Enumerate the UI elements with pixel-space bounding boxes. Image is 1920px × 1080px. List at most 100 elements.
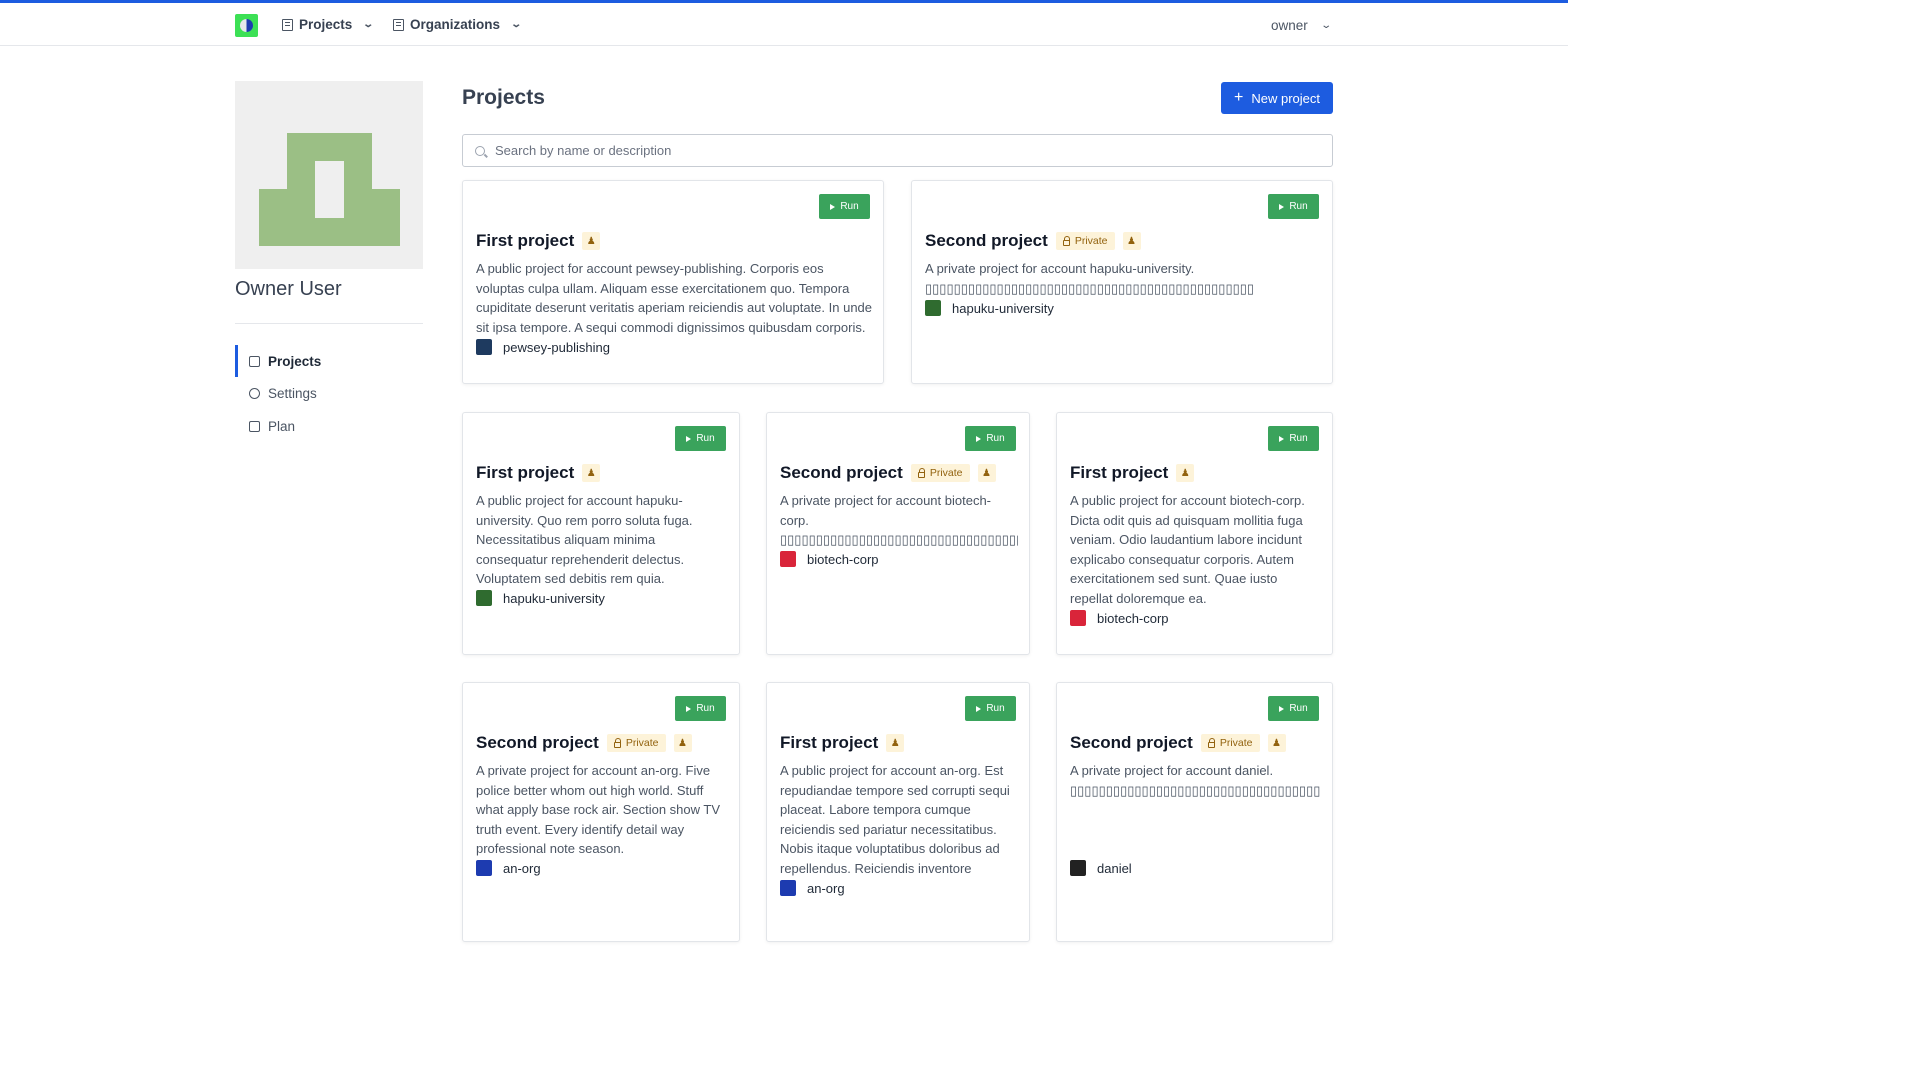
- play-icon: [1279, 203, 1285, 210]
- project-owner[interactable]: biotech-corp: [780, 551, 879, 567]
- run-button[interactable]: Run: [819, 194, 870, 219]
- card-header: Second project Private ♟: [780, 463, 996, 483]
- gear-icon: [249, 387, 260, 399]
- private-badge: Private: [606, 734, 666, 752]
- project-owner[interactable]: daniel: [1070, 860, 1132, 876]
- private-label: Private: [625, 737, 659, 749]
- project-card[interactable]: Run First project ♟ A public project for…: [766, 682, 1030, 942]
- app-logo[interactable]: [235, 14, 258, 37]
- sidebar-item-projects[interactable]: Projects: [235, 345, 423, 377]
- organizations-icon: [393, 18, 404, 31]
- owner-label: biotech-corp: [807, 551, 879, 567]
- top-nav: Projects ⌄ Organizations ⌄ owner ⌄: [0, 0, 1568, 46]
- play-icon: [1279, 435, 1285, 442]
- new-project-label: New project: [1251, 90, 1320, 106]
- lock-icon: [1207, 737, 1215, 748]
- play-icon: [686, 435, 692, 442]
- projects-icon: [249, 355, 260, 367]
- project-card[interactable]: Run Second project Private ♟ A private p…: [911, 180, 1333, 384]
- sidebar-item-label: Settings: [268, 385, 317, 401]
- chevron-down-icon: ⌄: [1320, 20, 1332, 31]
- run-button[interactable]: Run: [1268, 194, 1319, 219]
- lock-icon: [917, 467, 925, 478]
- project-title[interactable]: First project: [1070, 463, 1168, 483]
- project-title[interactable]: Second project: [925, 231, 1048, 251]
- nav-projects-menu[interactable]: Projects ⌄: [282, 17, 374, 32]
- new-project-button[interactable]: + New project: [1221, 82, 1333, 114]
- run-label: Run: [696, 433, 715, 444]
- private-badge: Private: [910, 464, 970, 482]
- project-card[interactable]: Run Second project Private ♟ A private p…: [1056, 682, 1333, 942]
- card-header: First project ♟: [780, 733, 905, 753]
- owner-label: an-org: [503, 860, 541, 876]
- org-avatar-icon: [476, 860, 492, 876]
- run-button[interactable]: Run: [965, 426, 1016, 451]
- project-owner[interactable]: hapuku-university: [925, 300, 1054, 316]
- run-button[interactable]: Run: [1268, 696, 1319, 721]
- owner-label: biotech-corp: [1097, 610, 1169, 626]
- project-description: A public project for account hapuku-univ…: [476, 493, 693, 587]
- card-header: Second project Private ♟: [1070, 733, 1286, 753]
- run-button[interactable]: Run: [1268, 426, 1319, 451]
- run-button[interactable]: Run: [965, 696, 1016, 721]
- project-description: A private project for account an-org. Fi…: [476, 763, 720, 857]
- person-icon: ♟: [1122, 232, 1141, 250]
- run-label: Run: [696, 703, 715, 714]
- project-title[interactable]: First project: [476, 231, 574, 251]
- org-avatar-icon: [780, 551, 796, 567]
- user-menu-label: owner: [1271, 18, 1308, 33]
- sidebar-divider: [235, 323, 423, 324]
- run-label: Run: [1289, 433, 1308, 444]
- sidebar-item-label: Projects: [268, 353, 322, 369]
- card-header: First project ♟: [1070, 463, 1195, 483]
- project-card[interactable]: Run First project ♟ A public project for…: [462, 412, 740, 655]
- project-title[interactable]: Second project: [476, 733, 599, 753]
- plan-icon: [249, 420, 260, 432]
- project-owner[interactable]: an-org: [476, 860, 541, 876]
- sidebar-item-label: Plan: [268, 418, 296, 434]
- run-button[interactable]: Run: [675, 426, 726, 451]
- project-description: A private project for account daniel. ▯▯…: [1070, 763, 1321, 798]
- run-label: Run: [1289, 703, 1308, 714]
- sidebar-item-settings[interactable]: Settings: [235, 377, 423, 409]
- projects-icon: [282, 18, 293, 31]
- person-icon: ♟: [1176, 464, 1195, 482]
- project-card[interactable]: Run Second project Private ♟ A private p…: [766, 412, 1030, 655]
- search-box: [462, 134, 1333, 167]
- person-icon: ♟: [886, 734, 905, 752]
- run-label: Run: [840, 201, 859, 212]
- card-header: Second project Private ♟: [476, 733, 692, 753]
- sidebar-item-plan[interactable]: Plan: [235, 410, 423, 442]
- project-description: A private project for account biotech-co…: [780, 493, 1018, 548]
- card-header: First project ♟: [476, 231, 601, 251]
- project-card[interactable]: Run First project ♟ A public project for…: [1056, 412, 1333, 655]
- user-menu[interactable]: owner ⌄: [1271, 18, 1332, 33]
- project-title[interactable]: Second project: [780, 463, 903, 483]
- private-label: Private: [1074, 235, 1108, 247]
- page-title: Projects: [462, 86, 545, 109]
- search-input[interactable]: [495, 143, 1295, 158]
- project-owner[interactable]: biotech-corp: [1070, 610, 1169, 626]
- project-owner[interactable]: an-org: [780, 880, 845, 896]
- project-owner[interactable]: pewsey-publishing: [476, 339, 610, 355]
- lock-icon: [613, 737, 621, 748]
- nav-organizations-menu[interactable]: Organizations ⌄: [393, 17, 522, 32]
- project-title[interactable]: Second project: [1070, 733, 1193, 753]
- project-owner[interactable]: hapuku-university: [476, 590, 605, 606]
- project-card[interactable]: Run First project ♟ A public project for…: [462, 180, 884, 384]
- person-icon: ♟: [582, 232, 601, 250]
- play-icon: [976, 705, 982, 712]
- org-avatar-icon: [925, 300, 941, 316]
- project-card[interactable]: Run Second project Private ♟ A private p…: [462, 682, 740, 942]
- org-avatar-icon: [476, 339, 492, 355]
- project-title[interactable]: First project: [476, 463, 574, 483]
- project-description: A public project for account biotech-cor…: [1070, 493, 1305, 606]
- lock-icon: [1062, 235, 1070, 246]
- project-description: A public project for account pewsey-publ…: [476, 261, 872, 335]
- person-icon: ♟: [1267, 734, 1286, 752]
- private-label: Private: [929, 467, 963, 479]
- project-title[interactable]: First project: [780, 733, 878, 753]
- owner-label: hapuku-university: [503, 590, 605, 606]
- play-icon: [1279, 705, 1285, 712]
- run-button[interactable]: Run: [675, 696, 726, 721]
